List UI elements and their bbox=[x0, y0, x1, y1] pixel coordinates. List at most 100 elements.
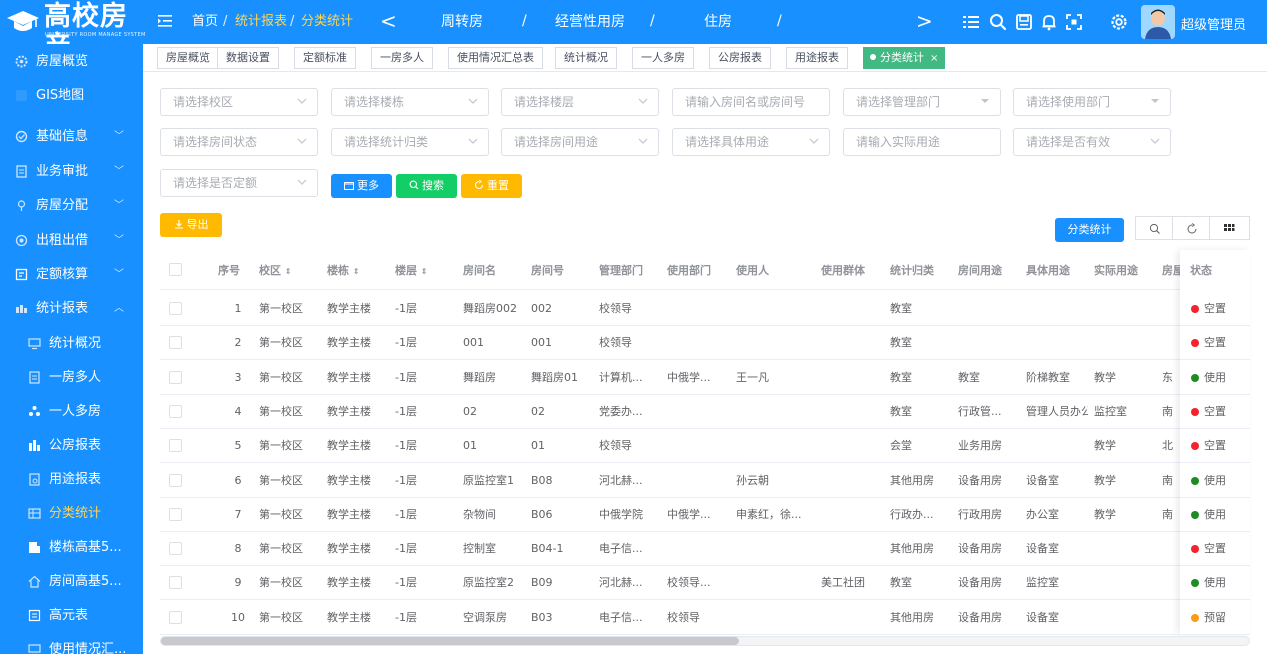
nav-prev-arrow[interactable]: < bbox=[380, 10, 397, 32]
tag-statistics-overview[interactable]: 统计概况 bbox=[555, 47, 617, 69]
sidebar-item-usage-report[interactable]: 用途报表 bbox=[0, 463, 143, 497]
room-name-input[interactable]: 请输入房间名或房间号 bbox=[672, 88, 830, 116]
nav-next-arrow[interactable]: > bbox=[916, 10, 933, 32]
col-header-floor[interactable]: 楼层 ⇕ bbox=[395, 262, 428, 278]
toggle-search-button[interactable] bbox=[1135, 216, 1173, 240]
row-checkbox[interactable] bbox=[169, 336, 182, 350]
search-icon[interactable] bbox=[988, 12, 1008, 32]
row-checkbox[interactable] bbox=[169, 439, 182, 453]
tag-housing-overview[interactable]: 房屋概览 bbox=[157, 47, 219, 69]
menu-icon[interactable] bbox=[961, 12, 981, 32]
valid-select[interactable]: 请选择是否有效 bbox=[1013, 128, 1171, 156]
bell-icon[interactable] bbox=[1039, 12, 1059, 32]
select-all-checkbox[interactable] bbox=[169, 263, 182, 276]
scrollbar-thumb[interactable] bbox=[161, 637, 739, 645]
chevron-down-icon: ﹀ bbox=[114, 131, 124, 142]
category-statistics-button[interactable]: 分类统计 bbox=[1055, 218, 1124, 242]
breadcrumb-reports[interactable]: 统计报表 bbox=[235, 14, 287, 30]
sidebar-item-statistics-reports[interactable]: 统计报表 ︿ bbox=[0, 292, 143, 326]
row-checkbox[interactable] bbox=[169, 542, 182, 556]
table-row[interactable]: 8 第一校区 教学主楼 -1层 控制室 B04-1 电子信... 其他用房 设备用房 设备室 bbox=[160, 532, 1250, 567]
table-row[interactable]: 3 第一校区 教学主楼 -1层 舞蹈房 舞蹈房01 计算机... 中俄学... 王一凡 教室 教室 阶… bbox=[160, 361, 1250, 395]
table-row[interactable]: 10 第一校区 教学主楼 -1层 空调泵房 B03 电子信... 校领导 其他用房 设备用房 设备室 bbox=[160, 601, 1250, 635]
fullscreen-icon[interactable] bbox=[1064, 12, 1084, 32]
row-checkbox[interactable] bbox=[169, 302, 182, 315]
table-row[interactable]: 5 第一校区 教学主楼 -1层 01 01 校领导 会堂 业务用房 教学 北 bbox=[160, 429, 1250, 464]
col-header-building[interactable]: 楼栋 ⇕ bbox=[327, 262, 360, 278]
floor-select[interactable]: 请选择楼层 bbox=[501, 88, 659, 116]
row-checkbox[interactable] bbox=[169, 404, 182, 418]
column-settings-button[interactable] bbox=[1209, 216, 1250, 240]
tag-data-settings[interactable]: 数据设置 bbox=[217, 47, 279, 69]
sidebar-item-statistics-overview[interactable]: 统计概况 bbox=[0, 327, 143, 361]
sidebar-item-usage-summary[interactable]: 使用情况汇... bbox=[0, 633, 143, 654]
tag-category-statistics[interactable]: 分类统计 × bbox=[863, 47, 946, 69]
refresh-table-button[interactable] bbox=[1172, 216, 1210, 240]
use-dept-placeholder: 请选择使用部门 bbox=[1026, 95, 1111, 109]
topnav-turnover-housing[interactable]: 周转房 bbox=[441, 13, 483, 31]
table-row[interactable]: 1 第一校区 教学主楼 -1层 舞蹈房002 002 校领导 教室 bbox=[160, 292, 1250, 326]
sidebar-item-quota-accounting[interactable]: 定额核算 ﹀ bbox=[0, 258, 143, 292]
actual-usage-input[interactable]: 请输入实际用途 bbox=[843, 128, 1001, 156]
row-checkbox[interactable] bbox=[169, 473, 182, 487]
table-row[interactable]: 4 第一校区 教学主楼 -1层 02 02 党委办... 教室 行政管... 管理人员办公 监控室 南 bbox=[160, 395, 1250, 429]
sidebar-item-gaoyuan-table[interactable]: 高元表 bbox=[0, 599, 143, 633]
row-checkbox[interactable] bbox=[169, 610, 182, 624]
chevron-down-icon: ﹀ bbox=[114, 200, 124, 211]
tag-quota-standard[interactable]: 定额标准 bbox=[294, 47, 356, 69]
room-usage-select[interactable]: 请选择房间用途 bbox=[501, 128, 659, 156]
use-dept-select[interactable]: 请选择使用部门 bbox=[1013, 88, 1171, 116]
sidebar-item-housing-overview[interactable]: 房屋概览 bbox=[0, 45, 143, 79]
sidebar-item-basic-info[interactable]: 基础信息 ﹀ bbox=[0, 120, 143, 154]
quota-select[interactable]: 请选择是否定额 bbox=[160, 169, 318, 197]
table-row[interactable]: 2 第一校区 教学主楼 -1层 001 001 校领导 教室 bbox=[160, 326, 1250, 361]
tag-one-room-multi-people[interactable]: 一房多人 bbox=[371, 47, 433, 69]
sidebar-item-public-housing-report[interactable]: 公房报表 bbox=[0, 429, 143, 463]
reset-label: 重置 bbox=[487, 179, 509, 192]
sidebar-item-room-report[interactable]: 房间高基5... bbox=[0, 565, 143, 599]
close-icon[interactable]: × bbox=[930, 53, 938, 64]
tag-usage-report[interactable]: 用途报表 bbox=[786, 47, 848, 69]
tag-usage-summary[interactable]: 使用情况汇总表 bbox=[448, 47, 543, 69]
table-row[interactable]: 6 第一校区 教学主楼 -1层 原监控室1 B08 河北赫... 孙云朝 其他用房 设备用房 设备室… bbox=[160, 464, 1250, 498]
sidebar-item-business-approval[interactable]: 业务审批 ﹀ bbox=[0, 155, 143, 189]
sidebar-item-one-room-multi-people[interactable]: 一房多人 bbox=[0, 361, 143, 395]
building-select[interactable]: 请选择楼栋 bbox=[331, 88, 489, 116]
sidebar-item-one-person-multi-rooms[interactable]: 一人多房 bbox=[0, 395, 143, 429]
specific-usage-select[interactable]: 请选择具体用途 bbox=[672, 128, 830, 156]
manage-dept-select[interactable]: 请选择管理部门 bbox=[843, 88, 1001, 116]
chevron-down-icon: ﹀ bbox=[114, 269, 124, 280]
topnav-commercial-housing[interactable]: 经营性用房 bbox=[555, 13, 625, 31]
sidebar-item-gis-map[interactable]: GIS地图 bbox=[0, 79, 143, 113]
tag-one-person-multi-rooms[interactable]: 一人多房 bbox=[632, 47, 694, 69]
user-name[interactable]: 超级管理员 bbox=[1181, 14, 1246, 33]
sort-icon[interactable]: ⇕ bbox=[353, 267, 360, 276]
sidebar-item-building-report[interactable]: 楼栋高基5... bbox=[0, 531, 143, 565]
sort-icon[interactable]: ⇕ bbox=[285, 267, 292, 276]
sidebar-item-category-statistics[interactable]: 分类统计 bbox=[0, 497, 143, 531]
row-checkbox[interactable] bbox=[169, 370, 182, 384]
search-button[interactable]: 搜索 bbox=[396, 174, 457, 198]
sidebar-item-label: 高元表 bbox=[49, 608, 89, 623]
menu-fold-icon[interactable] bbox=[158, 14, 172, 28]
campus-select[interactable]: 请选择校区 bbox=[160, 88, 318, 116]
save-icon[interactable] bbox=[1014, 12, 1034, 32]
sort-icon[interactable]: ⇕ bbox=[421, 267, 428, 276]
tag-public-housing-report[interactable]: 公房报表 bbox=[709, 47, 771, 69]
table-row[interactable]: 7 第一校区 教学主楼 -1层 杂物间 B06 中俄学院 中俄学... 申素红，徐... 行政办.… bbox=[160, 498, 1250, 532]
reset-button[interactable]: 重置 bbox=[461, 174, 522, 198]
table-row[interactable]: 9 第一校区 教学主楼 -1层 原监控室2 B09 河北赫... 校领导... 美工社团 教室 设备… bbox=[160, 566, 1250, 601]
row-checkbox[interactable] bbox=[169, 576, 182, 590]
breadcrumb-home[interactable]: 首页 bbox=[192, 14, 218, 30]
col-header-campus[interactable]: 校区 ⇕ bbox=[259, 262, 292, 278]
settings-icon[interactable] bbox=[1109, 12, 1129, 32]
more-button[interactable]: 更多 bbox=[331, 174, 392, 198]
stat-category-select[interactable]: 请选择统计归类 bbox=[331, 128, 489, 156]
topnav-residence[interactable]: 住房 bbox=[704, 13, 732, 31]
sidebar-item-housing-allocation[interactable]: 房屋分配 ﹀ bbox=[0, 189, 143, 223]
avatar[interactable] bbox=[1141, 5, 1175, 39]
room-status-select[interactable]: 请选择房间状态 bbox=[160, 128, 318, 156]
sidebar-item-rent-lend[interactable]: 出租出借 ﹀ bbox=[0, 224, 143, 258]
export-button[interactable]: 导出 bbox=[160, 213, 222, 237]
row-checkbox[interactable] bbox=[169, 507, 182, 521]
